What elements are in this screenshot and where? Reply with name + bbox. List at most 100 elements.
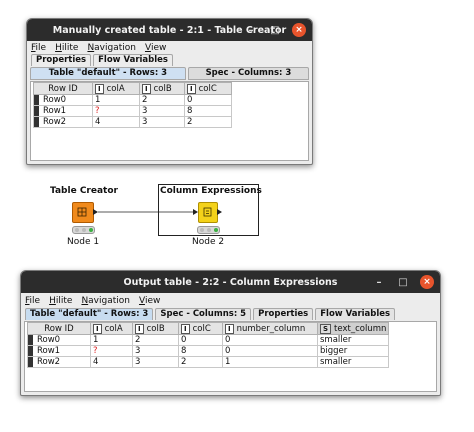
cell: 0: [222, 334, 318, 346]
integer-type-icon: I: [181, 323, 190, 334]
menu-file[interactable]: File: [25, 296, 40, 306]
missing-value-cell: ?: [90, 345, 133, 357]
cell: 0: [222, 345, 318, 357]
row-id: Row1: [43, 106, 67, 116]
menubar: File Hilite Navigation View: [21, 294, 440, 307]
menu-file[interactable]: File: [31, 43, 46, 53]
table-creator-window: Manually created table - 2:1 - Table Cre…: [26, 18, 313, 165]
header-text-column[interactable]: Stext_column: [316, 322, 390, 335]
output-table-window: Output table - 2:2 - Column Expressions …: [20, 270, 441, 396]
window-titlebar[interactable]: Manually created table - 2:1 - Table Cre…: [27, 19, 312, 41]
cell: 8: [178, 345, 223, 357]
header-cola[interactable]: IcolA: [92, 82, 140, 95]
cell: 3: [132, 356, 179, 368]
tab-table-default[interactable]: Table "default" - Rows: 3: [30, 67, 186, 80]
table-row[interactable]: Row2 4 3 2 1 smaller: [27, 356, 390, 368]
tab-properties[interactable]: Properties: [253, 308, 314, 320]
header-number-column[interactable]: Inumber_column: [222, 322, 318, 335]
cell: 1: [222, 356, 318, 368]
cell: 1: [92, 94, 140, 106]
integer-type-icon: I: [225, 323, 234, 334]
menu-navigation[interactable]: Navigation: [81, 296, 130, 306]
maximize-icon[interactable]: □: [396, 275, 410, 289]
string-type-icon: S: [320, 323, 332, 334]
node1-caption[interactable]: Node 1: [67, 237, 99, 247]
row-id: Row2: [37, 357, 61, 367]
cell: 8: [184, 105, 232, 117]
header-colb[interactable]: IcolB: [139, 82, 185, 95]
integer-type-icon: I: [135, 323, 144, 334]
header-row-id[interactable]: Row ID: [33, 82, 93, 95]
tab-spec[interactable]: Spec - Columns: 3: [187, 67, 309, 80]
cell: 0: [184, 94, 232, 106]
menu-hilite[interactable]: Hilite: [55, 43, 78, 53]
input-port-icon[interactable]: [193, 209, 198, 215]
tab-strip: Properties Flow Variables: [27, 54, 312, 66]
tab-flow-variables[interactable]: Flow Variables: [315, 308, 396, 320]
node1-status-traffic-light: [72, 226, 95, 234]
cell: 2: [139, 94, 185, 106]
table-grid-icon: [77, 207, 87, 217]
cell: 4: [92, 116, 140, 128]
menu-navigation[interactable]: Navigation: [87, 43, 136, 53]
integer-type-icon: I: [95, 83, 104, 94]
menu-view[interactable]: View: [139, 296, 160, 306]
header-colc[interactable]: IcolC: [184, 82, 232, 95]
output-port-icon[interactable]: [217, 209, 222, 215]
cell: 3: [139, 116, 185, 128]
data-table: Row ID IcolA IcolB IcolC Inumber_column …: [27, 322, 390, 368]
integer-type-icon: I: [142, 83, 151, 94]
menu-hilite[interactable]: Hilite: [49, 296, 72, 306]
menu-view[interactable]: View: [145, 43, 166, 53]
header-colb[interactable]: IcolB: [132, 322, 179, 335]
minimize-icon[interactable]: –: [244, 23, 258, 37]
menubar: File Hilite Navigation View: [27, 41, 312, 54]
cell: 3: [132, 345, 179, 357]
table-view-pane: Row ID IcolA IcolB IcolC Inumber_column …: [24, 321, 437, 392]
cell: 2: [184, 116, 232, 128]
table-row[interactable]: Row0 1 2 0 0 smaller: [27, 334, 390, 346]
header-colc[interactable]: IcolC: [178, 322, 223, 335]
node1-name: Table Creator: [50, 186, 118, 196]
cell: bigger: [316, 345, 390, 357]
cell: 1: [90, 334, 133, 346]
maximize-icon[interactable]: □: [268, 23, 282, 37]
cell: smaller: [316, 356, 390, 368]
cell: 3: [139, 105, 185, 117]
output-port-icon[interactable]: [93, 209, 98, 215]
table-view-pane: Row ID IcolA IcolB IcolC Row0 1 2 0 Row1…: [30, 81, 309, 161]
window-title: Output table - 2:2 - Column Expressions: [123, 276, 338, 288]
subtab-strip: Table "default" - Rows: 3 Spec - Columns…: [27, 67, 312, 80]
close-icon[interactable]: ×: [292, 23, 306, 37]
tab-strip: Table "default" - Rows: 3 Spec - Columns…: [21, 307, 440, 320]
table-row[interactable]: Row1 ? 3 8 0 bigger: [27, 345, 390, 357]
table-row[interactable]: Row1 ? 3 8: [33, 105, 232, 117]
minimize-icon[interactable]: –: [372, 275, 386, 289]
close-icon[interactable]: ×: [420, 275, 434, 289]
integer-type-icon: I: [93, 323, 102, 334]
tab-table-default[interactable]: Table "default" - Rows: 3: [25, 308, 154, 320]
row-id: Row1: [37, 346, 61, 356]
cell: 0: [178, 334, 223, 346]
tab-flow-variables[interactable]: Flow Variables: [93, 54, 173, 66]
tab-spec[interactable]: Spec - Columns: 5: [155, 308, 252, 320]
table-row[interactable]: Row2 4 3 2: [33, 116, 232, 128]
node2-name: Column Expressions: [160, 186, 262, 196]
missing-value-cell: ?: [92, 105, 140, 117]
cell: 2: [178, 356, 223, 368]
cell: smaller: [316, 334, 390, 346]
row-id: Row0: [43, 95, 67, 105]
tab-properties[interactable]: Properties: [31, 54, 92, 66]
node2-status-traffic-light: [197, 226, 220, 234]
header-cola[interactable]: IcolA: [90, 322, 133, 335]
row-id: Row0: [37, 335, 61, 345]
table-creator-node[interactable]: [72, 202, 94, 223]
table-row[interactable]: Row0 1 2 0: [33, 94, 232, 106]
window-titlebar[interactable]: Output table - 2:2 - Column Expressions …: [21, 271, 440, 293]
node2-caption[interactable]: Node 2: [192, 237, 224, 247]
integer-type-icon: I: [187, 83, 196, 94]
expression-icon: [203, 207, 212, 217]
column-expressions-node[interactable]: [198, 202, 218, 223]
header-row-id[interactable]: Row ID: [27, 322, 91, 335]
cell: 4: [90, 356, 133, 368]
